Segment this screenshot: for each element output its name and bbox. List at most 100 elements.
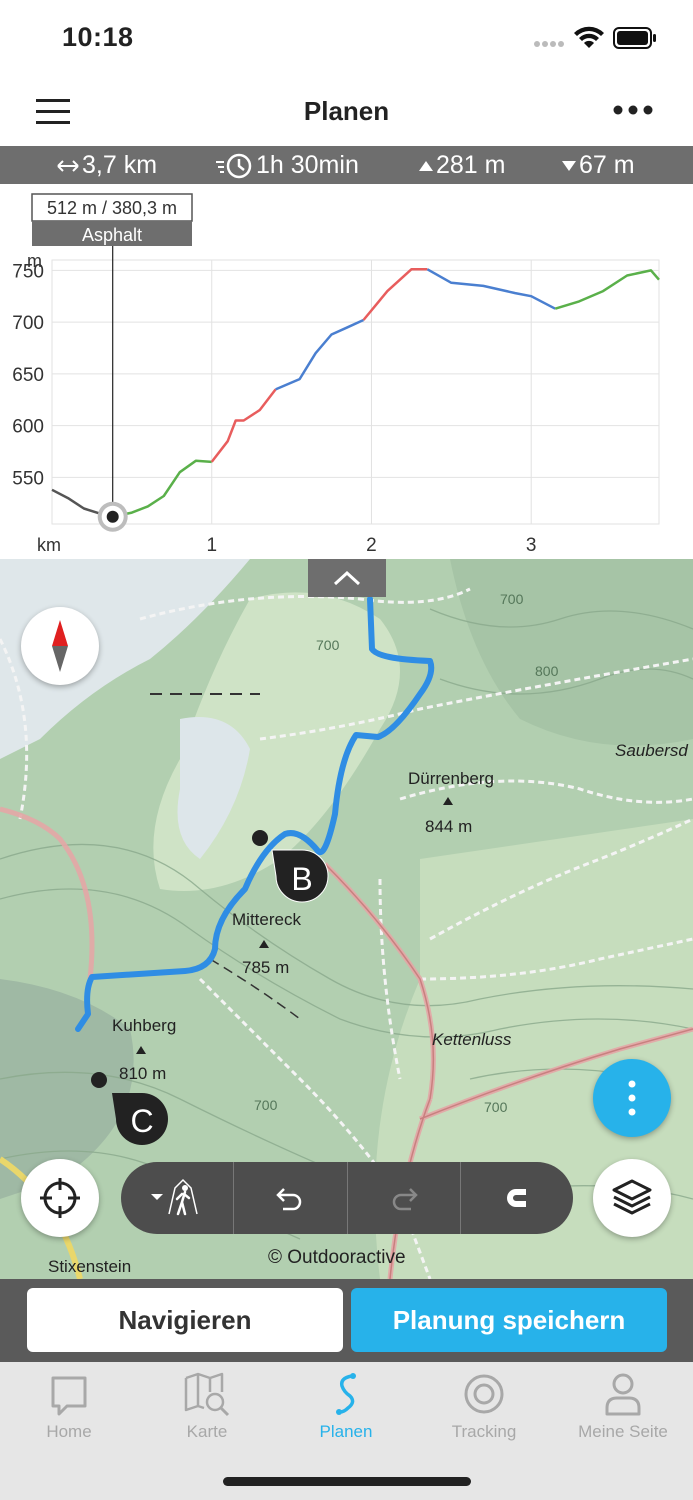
contour-label-700-d: 700 <box>254 1097 278 1113</box>
ascent-triangle-icon <box>419 160 433 171</box>
snap-to-path-button[interactable] <box>461 1162 573 1234</box>
save-planning-button[interactable]: Planung speichern <box>351 1288 667 1352</box>
descent-triangle-icon <box>562 160 576 171</box>
cellular-signal-icon <box>534 41 564 47</box>
locate-me-button[interactable] <box>21 1159 99 1237</box>
chart-plot-frame <box>51 259 660 525</box>
contour-label-700-c: 700 <box>484 1099 508 1115</box>
waypoint-b-label: B <box>291 861 312 897</box>
elevation-profile-chart[interactable]: 550 600 650 700 750 123 m km 512 m / 380,3 m… <box>0 184 693 560</box>
tab-karte-label: Karte <box>186 1422 228 1441</box>
map-copyright: © Outdooractive <box>268 1247 406 1268</box>
y-tick-label: 550 <box>12 468 44 489</box>
layers-icon <box>612 1179 652 1215</box>
more-options-icon[interactable] <box>612 102 654 118</box>
distance-arrows-icon <box>57 159 79 172</box>
y-tick-label: 600 <box>12 417 44 438</box>
route-stats-bar: 3,7 km 1h 30min 281 m 67 m <box>0 146 693 184</box>
descent-stat: 67 m <box>561 151 635 180</box>
status-time: 10:18 <box>62 22 134 52</box>
elevation-segment-6 <box>554 269 660 310</box>
page-title: Planen <box>303 96 390 126</box>
y-tick-label: 700 <box>12 313 44 334</box>
map-label-kuhberg-altitude: 810 m <box>119 1064 167 1083</box>
map-layers-button[interactable] <box>593 1159 671 1237</box>
descent-value: 67 m <box>579 151 635 179</box>
chevron-up-icon <box>333 570 361 586</box>
contour-label-700-b: 700 <box>316 637 340 653</box>
elevation-segment-1 <box>112 459 212 519</box>
activity-type-button[interactable] <box>121 1162 235 1234</box>
tab-meine-seite-label: Meine Seite <box>578 1422 668 1441</box>
redo-icon <box>392 1188 418 1211</box>
home-chat-icon <box>51 1376 87 1416</box>
distance-stat: 3,7 km <box>56 151 157 180</box>
compass-button[interactable] <box>21 607 99 685</box>
map-label-kuhberg: Kuhberg <box>112 1016 177 1035</box>
tab-tracking[interactable]: Tracking <box>415 1370 553 1442</box>
map-label-duerrenberg-altitude: 844 m <box>425 817 473 836</box>
elevation-chart-svg[interactable]: 550600650700750 123 m km 512 m / 380,3 m… <box>0 184 693 560</box>
vertical-dots-icon <box>628 1080 636 1116</box>
elevation-segment-5 <box>426 268 556 310</box>
map-view[interactable]: B C Dürrenberg 844 m Mittereck 785 m Kuh… <box>0 559 693 1279</box>
route-plan-icon <box>336 1373 356 1415</box>
map-label-kettenluss: Kettenluss <box>432 1030 512 1049</box>
map-search-icon <box>184 1372 230 1417</box>
tab-home[interactable]: Home <box>0 1370 138 1442</box>
crosshair-icon <box>40 1178 80 1218</box>
compass-icon <box>52 620 68 672</box>
tooltip-value: 512 m / 380,3 m <box>47 198 177 218</box>
map-label-mittereck: Mittereck <box>232 910 301 929</box>
undo-icon <box>276 1188 302 1211</box>
distance-value: 3,7 km <box>82 151 158 179</box>
home-indicator <box>223 1477 471 1486</box>
redo-button[interactable] <box>348 1162 461 1234</box>
tooltip-surface: Asphalt <box>82 225 142 245</box>
x-tick-label: 2 <box>366 535 377 556</box>
tab-karte[interactable]: Karte <box>138 1370 276 1442</box>
tab-planen[interactable]: Planen <box>277 1370 415 1442</box>
status-bar: 10:18 <box>0 0 693 76</box>
tab-home-label: Home <box>46 1422 92 1441</box>
chart-cursor-handle[interactable] <box>97 501 128 532</box>
planning-toolbar <box>121 1162 573 1234</box>
tab-tracking-label: Tracking <box>451 1422 517 1441</box>
x-axis-unit-label: km <box>37 535 61 555</box>
person-icon <box>605 1373 641 1416</box>
app-bar: Planen <box>0 76 693 146</box>
waypoint-dot-b[interactable] <box>252 830 268 846</box>
tracking-icon <box>464 1374 504 1414</box>
duration-clock-icon <box>216 153 252 178</box>
y-axis-unit-label: m <box>27 251 42 271</box>
ascent-value: 281 m <box>436 151 506 179</box>
y-tick-label: 650 <box>12 365 44 386</box>
wifi-icon <box>574 26 604 48</box>
x-tick-label: 1 <box>206 535 217 556</box>
action-bar: Navigieren Planung speichern <box>0 1279 693 1362</box>
map-more-button[interactable] <box>593 1059 671 1137</box>
waypoint-dot-c[interactable] <box>91 1072 107 1088</box>
cursor-handle-center <box>106 510 119 523</box>
hiker-dropdown-icon <box>151 1178 198 1216</box>
map-label-saubers: Saubersd <box>615 741 688 760</box>
tab-planen-label: Planen <box>319 1422 373 1441</box>
contour-label-800: 800 <box>535 663 559 679</box>
battery-icon <box>613 27 656 49</box>
waypoint-c-label: C <box>130 1103 153 1139</box>
duration-value: 1h 30min <box>256 151 359 179</box>
duration-stat: 1h 30min <box>216 151 359 180</box>
ascent-stat: 281 m <box>418 151 505 180</box>
x-tick-label: 3 <box>526 535 537 556</box>
collapse-profile-button[interactable] <box>308 559 386 597</box>
elevation-segment-4 <box>362 268 428 321</box>
map-label-mittereck-altitude: 785 m <box>242 958 290 977</box>
chart-tooltip: 512 m / 380,3 m Asphalt <box>31 193 193 246</box>
elevation-segment-3 <box>275 318 365 391</box>
contour-label-700-a: 700 <box>500 591 524 607</box>
navigate-button[interactable]: Navigieren <box>27 1288 343 1352</box>
map-label-duerrenberg: Dürrenberg <box>408 769 494 788</box>
map-label-stixenstein: Stixenstein <box>48 1257 132 1276</box>
tab-meine-seite[interactable]: Meine Seite <box>554 1370 692 1442</box>
undo-button[interactable] <box>234 1162 348 1234</box>
